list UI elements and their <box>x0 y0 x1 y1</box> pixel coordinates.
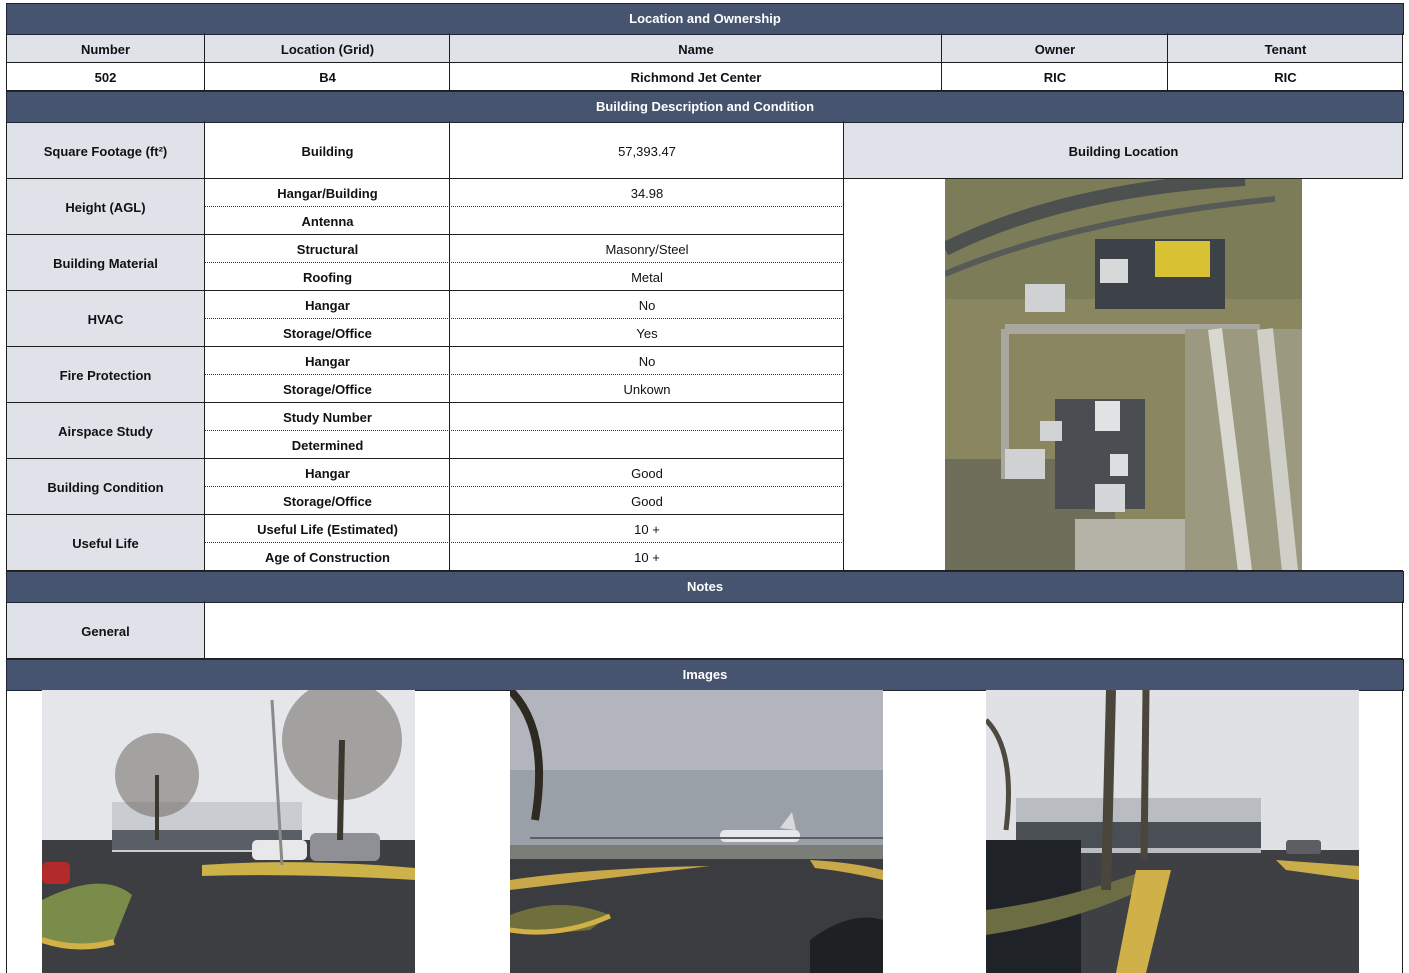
hvac-storage-office-value: Yes <box>450 319 844 347</box>
height-agl-label: Height (AGL) <box>6 179 205 235</box>
height-hangar-building-value: 34.98 <box>450 179 844 207</box>
hvac-label: HVAC <box>6 291 205 347</box>
general-notes-value <box>205 603 1403 659</box>
site-photo-2 <box>510 690 883 973</box>
building-condition-label: Building Condition <box>6 459 205 515</box>
age-of-construction-label: Age of Construction <box>205 543 450 571</box>
airspace-study-number-label: Study Number <box>205 403 450 431</box>
condition-storage-office-value: Good <box>450 487 844 515</box>
useful-life-label: Useful Life <box>6 515 205 571</box>
airspace-determined-label: Determined <box>205 431 450 459</box>
fire-hangar-value: No <box>450 347 844 375</box>
value-name: Richmond Jet Center <box>450 63 942 91</box>
condition-storage-office-label: Storage/Office <box>205 487 450 515</box>
condition-hangar-value: Good <box>450 459 844 487</box>
square-footage-value: 57,393.47 <box>450 123 844 179</box>
value-number: 502 <box>6 63 205 91</box>
height-antenna-value <box>450 207 844 235</box>
square-footage-label: Square Footage (ft²) <box>6 123 205 179</box>
airspace-study-label: Airspace Study <box>6 403 205 459</box>
material-structural-value: Masonry/Steel <box>450 235 844 263</box>
section-title: Notes <box>686 579 724 594</box>
fire-protection-label: Fire Protection <box>6 347 205 403</box>
header-number: Number <box>6 35 205 63</box>
general-label: General <box>6 603 205 659</box>
fire-hangar-label: Hangar <box>205 347 450 375</box>
images-header: Images <box>6 659 1404 691</box>
useful-life-estimated-value: 10 + <box>450 515 844 543</box>
hvac-storage-office-label: Storage/Office <box>205 319 450 347</box>
section-title: Location and Ownership <box>629 11 781 26</box>
material-roofing-label: Roofing <box>205 263 450 291</box>
fire-storage-office-value: Unkown <box>450 375 844 403</box>
useful-life-estimated-label: Useful Life (Estimated) <box>205 515 450 543</box>
height-hangar-building-label: Hangar/Building <box>205 179 450 207</box>
aerial-map-image <box>945 179 1302 571</box>
height-antenna-label: Antenna <box>205 207 450 235</box>
building-material-label: Building Material <box>6 235 205 291</box>
section-title: Building Description and Condition <box>595 99 815 114</box>
material-roofing-value: Metal <box>450 263 844 291</box>
airspace-study-number-value <box>450 403 844 431</box>
material-structural-label: Structural <box>205 235 450 263</box>
site-photo-3 <box>986 690 1359 973</box>
section-title: Images <box>682 667 728 682</box>
header-name: Name <box>450 35 942 63</box>
header-tenant: Tenant <box>1168 35 1403 63</box>
value-owner: RIC <box>942 63 1168 91</box>
hvac-hangar-value: No <box>450 291 844 319</box>
header-owner: Owner <box>942 35 1168 63</box>
notes-header: Notes <box>6 571 1404 603</box>
age-of-construction-value: 10 + <box>450 543 844 571</box>
hvac-hangar-label: Hangar <box>205 291 450 319</box>
building-location-label: Building Location <box>844 123 1403 179</box>
square-footage-sub: Building <box>205 123 450 179</box>
value-location-grid: B4 <box>205 63 450 91</box>
site-photo-1 <box>42 690 415 973</box>
header-location-grid: Location (Grid) <box>205 35 450 63</box>
building-description-header: Building Description and Condition <box>6 91 1404 123</box>
fire-storage-office-label: Storage/Office <box>205 375 450 403</box>
location-ownership-header: Location and Ownership <box>6 3 1404 35</box>
condition-hangar-label: Hangar <box>205 459 450 487</box>
value-tenant: RIC <box>1168 63 1403 91</box>
airspace-determined-value <box>450 431 844 459</box>
